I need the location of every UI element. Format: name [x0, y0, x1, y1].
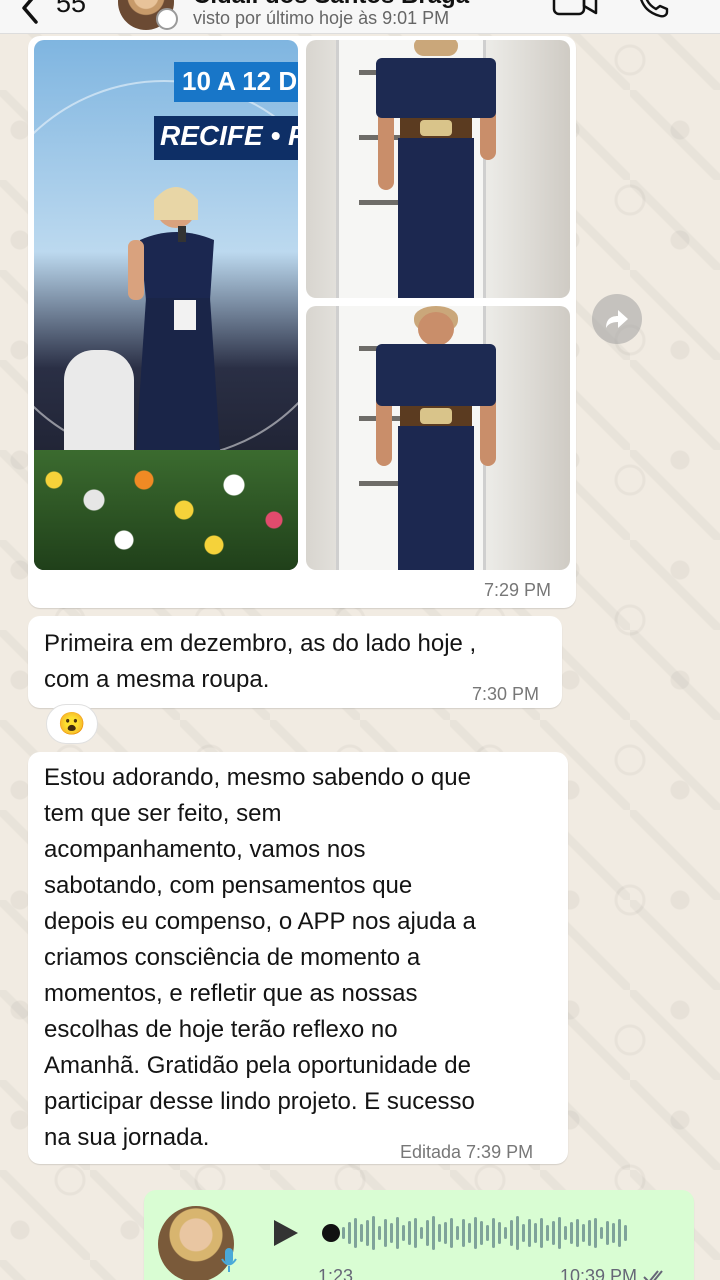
waveform-bar [372, 1216, 375, 1250]
waveform-bar [354, 1218, 357, 1248]
unread-count[interactable]: 55 [56, 0, 86, 19]
message-time-text: 10:39 PM [560, 1266, 638, 1280]
forward-button[interactable] [592, 294, 642, 344]
chat-header: 55 Cidalí dos Santos Braga visto por últ… [0, 0, 720, 34]
waveform-bar [390, 1223, 393, 1243]
waveform-bar [396, 1217, 399, 1249]
waveform-bar [360, 1224, 363, 1242]
waveform-bar [570, 1222, 573, 1244]
read-receipt-icon [643, 1270, 663, 1280]
waveform-bar [432, 1216, 435, 1250]
microphone-icon [221, 1248, 237, 1272]
waveform-bar [462, 1219, 465, 1247]
waveform-bar [348, 1222, 351, 1244]
waveform-bar [450, 1218, 453, 1248]
video-call-icon[interactable] [552, 0, 598, 18]
flower-arrangement [34, 450, 298, 570]
waveform-bar [384, 1219, 387, 1247]
message-time: 10:39 PM [560, 1266, 670, 1280]
waveform-bar [606, 1221, 609, 1245]
waveform-bar [402, 1225, 405, 1241]
waveform-bar [600, 1227, 603, 1239]
message-time: Editada 7:39 PM [400, 1142, 534, 1162]
waveform-bar [456, 1226, 459, 1240]
waveform-bar [444, 1222, 447, 1244]
waveform-bar [366, 1220, 369, 1246]
waveform-bar [528, 1219, 531, 1247]
waveform-bar [492, 1218, 495, 1248]
message-text: Estou adorando, mesmo sabendo o que tem … [44, 764, 476, 1151]
waveform-bar [576, 1219, 579, 1247]
speaker-figure [128, 187, 222, 480]
waveform-bar [546, 1225, 549, 1241]
waveform-bar [510, 1220, 513, 1246]
text-message[interactable]: Primeira em dezembro, as do lado hoje , … [28, 616, 562, 708]
waveform-bar [516, 1216, 519, 1250]
photo-stage-speaker[interactable]: 10 A 12 DE RECIFE • PE [34, 40, 298, 570]
waveform-bar [378, 1226, 381, 1240]
waveform-bar [498, 1222, 501, 1244]
banner-city-text: RECIFE • PE [154, 116, 298, 160]
audio-waveform[interactable] [342, 1216, 627, 1250]
waveform-bar [588, 1220, 591, 1246]
message-text: Primeira em dezembro, as do lado hoje , … [44, 630, 477, 693]
phone-icon[interactable] [636, 0, 670, 20]
waveform-bar [480, 1221, 483, 1245]
message-time: 7:30 PM [472, 684, 540, 704]
waveform-bar [474, 1217, 477, 1249]
waveform-bar [342, 1227, 345, 1239]
waveform-bar [582, 1224, 585, 1242]
waveform-bar [540, 1218, 543, 1248]
waveform-bar [594, 1218, 597, 1248]
reaction-badge[interactable]: 😮 [46, 704, 98, 744]
waveform-bar [438, 1224, 441, 1242]
last-seen-status: visto por último hoje às 9:01 PM [193, 8, 450, 28]
back-button[interactable] [18, 0, 58, 30]
dress-figure [376, 40, 496, 298]
waveform-bar [420, 1227, 423, 1239]
voice-message[interactable]: 1:23 10:39 PM [144, 1190, 694, 1280]
play-icon[interactable] [270, 1218, 300, 1248]
forward-icon [606, 310, 628, 328]
waveform-bar [612, 1223, 615, 1243]
playback-scrubber[interactable] [322, 1224, 340, 1242]
waveform-bar [624, 1225, 627, 1241]
waveform-bar [522, 1224, 525, 1242]
dress-figure [376, 306, 496, 570]
waveform-bar [558, 1217, 561, 1249]
waveform-bar [414, 1218, 417, 1248]
waveform-bar [618, 1219, 621, 1247]
photo-dress-front-1[interactable] [306, 40, 570, 298]
waveform-bar [552, 1221, 555, 1245]
photo-dress-front-2[interactable] [306, 306, 570, 570]
waveform-bar [564, 1226, 567, 1240]
back-chevron-icon [22, 0, 38, 24]
waveform-bar [426, 1220, 429, 1246]
banner-date-text: 10 A 12 DE [174, 62, 298, 102]
status-badge [156, 8, 178, 30]
voice-duration: 1:23 [318, 1266, 354, 1280]
image-album-message[interactable]: 10 A 12 DE RECIFE • PE [28, 36, 576, 608]
message-time: 7:29 PM [484, 580, 552, 600]
waveform-bar [534, 1223, 537, 1243]
text-message[interactable]: Estou adorando, mesmo sabendo o que tem … [28, 752, 568, 1164]
waveform-bar [504, 1227, 507, 1239]
waveform-bar [408, 1221, 411, 1245]
waveform-bar [468, 1223, 471, 1243]
waveform-bar [486, 1225, 489, 1241]
